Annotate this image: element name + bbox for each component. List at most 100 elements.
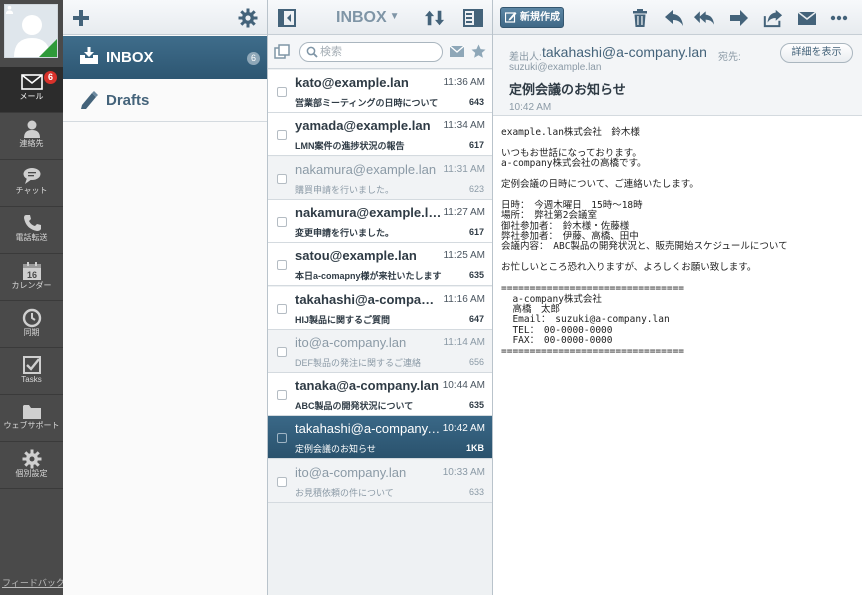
message-row[interactable]: yamada@example.lan 11:34 AM LMN案件の進捗状況の報告 6…	[268, 113, 492, 157]
nav-item-web-support[interactable]: ウェブサポート	[0, 396, 63, 442]
message-time: 10:42 AM	[509, 102, 552, 113]
message-time: 11:34 AM	[443, 120, 485, 132]
message-subject: ABC製品の開発状況について	[295, 401, 414, 412]
message-checkbox[interactable]	[277, 260, 287, 271]
add-folder-icon[interactable]	[71, 8, 91, 28]
message-time: 10:44 AM	[442, 380, 485, 392]
trash-icon[interactable]	[630, 8, 650, 28]
folder-item-drafts[interactable]: Drafts	[63, 79, 267, 122]
folder-item-inbox[interactable]: INBOX 6	[63, 36, 267, 79]
search-box[interactable]	[299, 42, 443, 62]
calendar-day-text: 16	[26, 270, 36, 280]
nav-item-label: Tasks	[21, 375, 42, 384]
reply-icon[interactable]	[664, 8, 684, 28]
show-details-button[interactable]: 詳細を表示	[780, 43, 853, 63]
nav-item-tasks[interactable]: Tasks	[0, 349, 63, 395]
nav-item-sync[interactable]: 同期	[0, 302, 63, 348]
message-checkbox[interactable]	[277, 390, 287, 401]
message-checkbox[interactable]	[277, 433, 287, 444]
message-sender: ito@a-company.lan	[295, 464, 407, 480]
message-checkbox[interactable]	[277, 130, 287, 141]
message-subject: DEF製品の発注に関するご連絡	[295, 357, 422, 368]
list-toolbar: INBOX ▼	[268, 0, 492, 35]
drafts-icon	[81, 91, 98, 109]
message-size: 623	[468, 183, 484, 194]
nav-item-calendar[interactable]: 16 カレンダー	[0, 255, 63, 301]
message-row[interactable]: nakamura@example.lan 11:31 AM 購買申請を行いました。 6…	[268, 156, 492, 200]
nav-item-label: カレンダー	[11, 281, 52, 290]
nav-item-label: メール	[19, 92, 44, 101]
message-sender: takahashi@a-company.lan	[295, 421, 442, 437]
contacts-icon	[23, 120, 40, 138]
message-size: 617	[468, 226, 484, 237]
compose-icon	[505, 12, 517, 23]
folder-label: Drafts	[106, 92, 150, 109]
recipient-address[interactable]: suzuki@example.lan	[509, 62, 601, 73]
message-time: 11:25 AM	[443, 250, 485, 262]
nav-item-chat[interactable]: チャット	[0, 161, 63, 207]
forward-icon[interactable]	[729, 8, 749, 28]
message-checkbox[interactable]	[277, 303, 287, 314]
message-row[interactable]: satou@example.lan 11:25 AM 本日a-comapny様が来社…	[268, 243, 492, 287]
nav-item-phone[interactable]: 電話転送	[0, 208, 63, 254]
folder-toolbar	[63, 0, 267, 35]
message-row[interactable]: ito@a-company.lan 10:33 AM お見積依頼の件について 633	[268, 459, 492, 503]
sort-icon[interactable]	[425, 8, 445, 28]
message-checkbox[interactable]	[277, 87, 287, 97]
message-checkbox[interactable]	[277, 346, 287, 357]
nav-item-label: チャット	[15, 186, 48, 195]
search-input[interactable]	[320, 45, 438, 59]
list-title-text: INBOX	[336, 9, 387, 26]
nav-item-label: 連絡先	[19, 139, 44, 148]
nav-item-label: ウェブサポート	[3, 421, 60, 430]
feedback-link[interactable]: フィードバック	[2, 576, 65, 589]
avatar[interactable]	[4, 4, 58, 58]
folder-icon	[22, 405, 41, 419]
gear-icon[interactable]	[238, 8, 258, 28]
message-row[interactable]: takahashi@a-company.lan 10:42 AM 定例会議のお知らせ…	[268, 416, 492, 460]
message-row[interactable]: kato@example.lan 11:36 AM 営業部ミーティングの日時について…	[268, 70, 492, 113]
message-size: 656	[468, 356, 484, 367]
message-sender: nakamura@example.lan	[295, 204, 442, 220]
reply-all-icon[interactable]	[694, 8, 714, 28]
settings-icon	[22, 449, 41, 469]
message-checkbox[interactable]	[277, 173, 287, 184]
calendar-icon: 16	[22, 262, 41, 280]
message-time: 10:33 AM	[442, 466, 485, 478]
sender-address[interactable]: takahashi@a-company.lan	[542, 44, 707, 60]
multi-select-icon[interactable]	[274, 44, 290, 60]
list-title[interactable]: INBOX ▼	[336, 9, 400, 27]
share-icon[interactable]	[763, 8, 783, 28]
message-row[interactable]: takahashi@a-company.lan 11:16 AM HIJ製品に関する…	[268, 286, 492, 330]
compose-button[interactable]: 新規作成	[500, 7, 564, 28]
reading-layout-icon[interactable]	[463, 8, 483, 28]
presence-indicator	[39, 39, 57, 57]
message-subject: 変更申請を行いました。	[295, 227, 395, 238]
nav-item-label: 同期	[23, 328, 40, 337]
message-subject: HIJ製品に関するご質問	[295, 314, 391, 325]
message-row[interactable]: ito@a-company.lan 11:14 AM DEF製品の発注に関するご連絡…	[268, 329, 492, 373]
message-checkbox[interactable]	[277, 476, 287, 487]
message-time: 11:31 AM	[443, 163, 485, 175]
message-sender: satou@example.lan	[295, 248, 417, 264]
nav-item-contacts[interactable]: 連絡先	[0, 114, 63, 160]
star-filter-icon[interactable]	[471, 44, 486, 59]
message-size: 633	[468, 486, 484, 497]
more-options-icon[interactable]	[829, 8, 849, 28]
message-size: 635	[468, 270, 484, 281]
message-row[interactable]: nakamura@example.lan 11:27 AM 変更申請を行いました。 6…	[268, 199, 492, 243]
message-header: 差出人: takahashi@a-company.lan 宛先: suzuki@…	[493, 35, 862, 116]
app-nav-rail: メール 6 連絡先 チャット 電話転送 16 カレンダー 同期 Tasks ウェ…	[0, 0, 65, 595]
nav-item-settings[interactable]: 個別設定	[0, 443, 63, 489]
filter-unread-mail-icon[interactable]	[449, 45, 465, 58]
nav-item-mail[interactable]: メール 6	[0, 67, 63, 113]
nav-item-label: 個別設定	[15, 469, 48, 478]
message-subject: LMN案件の進捗状況の報告	[295, 141, 405, 152]
to-prefix: 宛先:	[718, 52, 741, 63]
mail-envelope-icon[interactable]	[797, 8, 817, 28]
message-row[interactable]: tanaka@a-company.lan 10:44 AM ABC製品の開発状況につ…	[268, 373, 492, 417]
message-checkbox[interactable]	[277, 216, 287, 227]
message-time: 10:42 AM	[442, 423, 485, 435]
collapse-pane-icon[interactable]	[277, 8, 297, 28]
message-sender: tanaka@a-company.lan	[295, 378, 439, 394]
